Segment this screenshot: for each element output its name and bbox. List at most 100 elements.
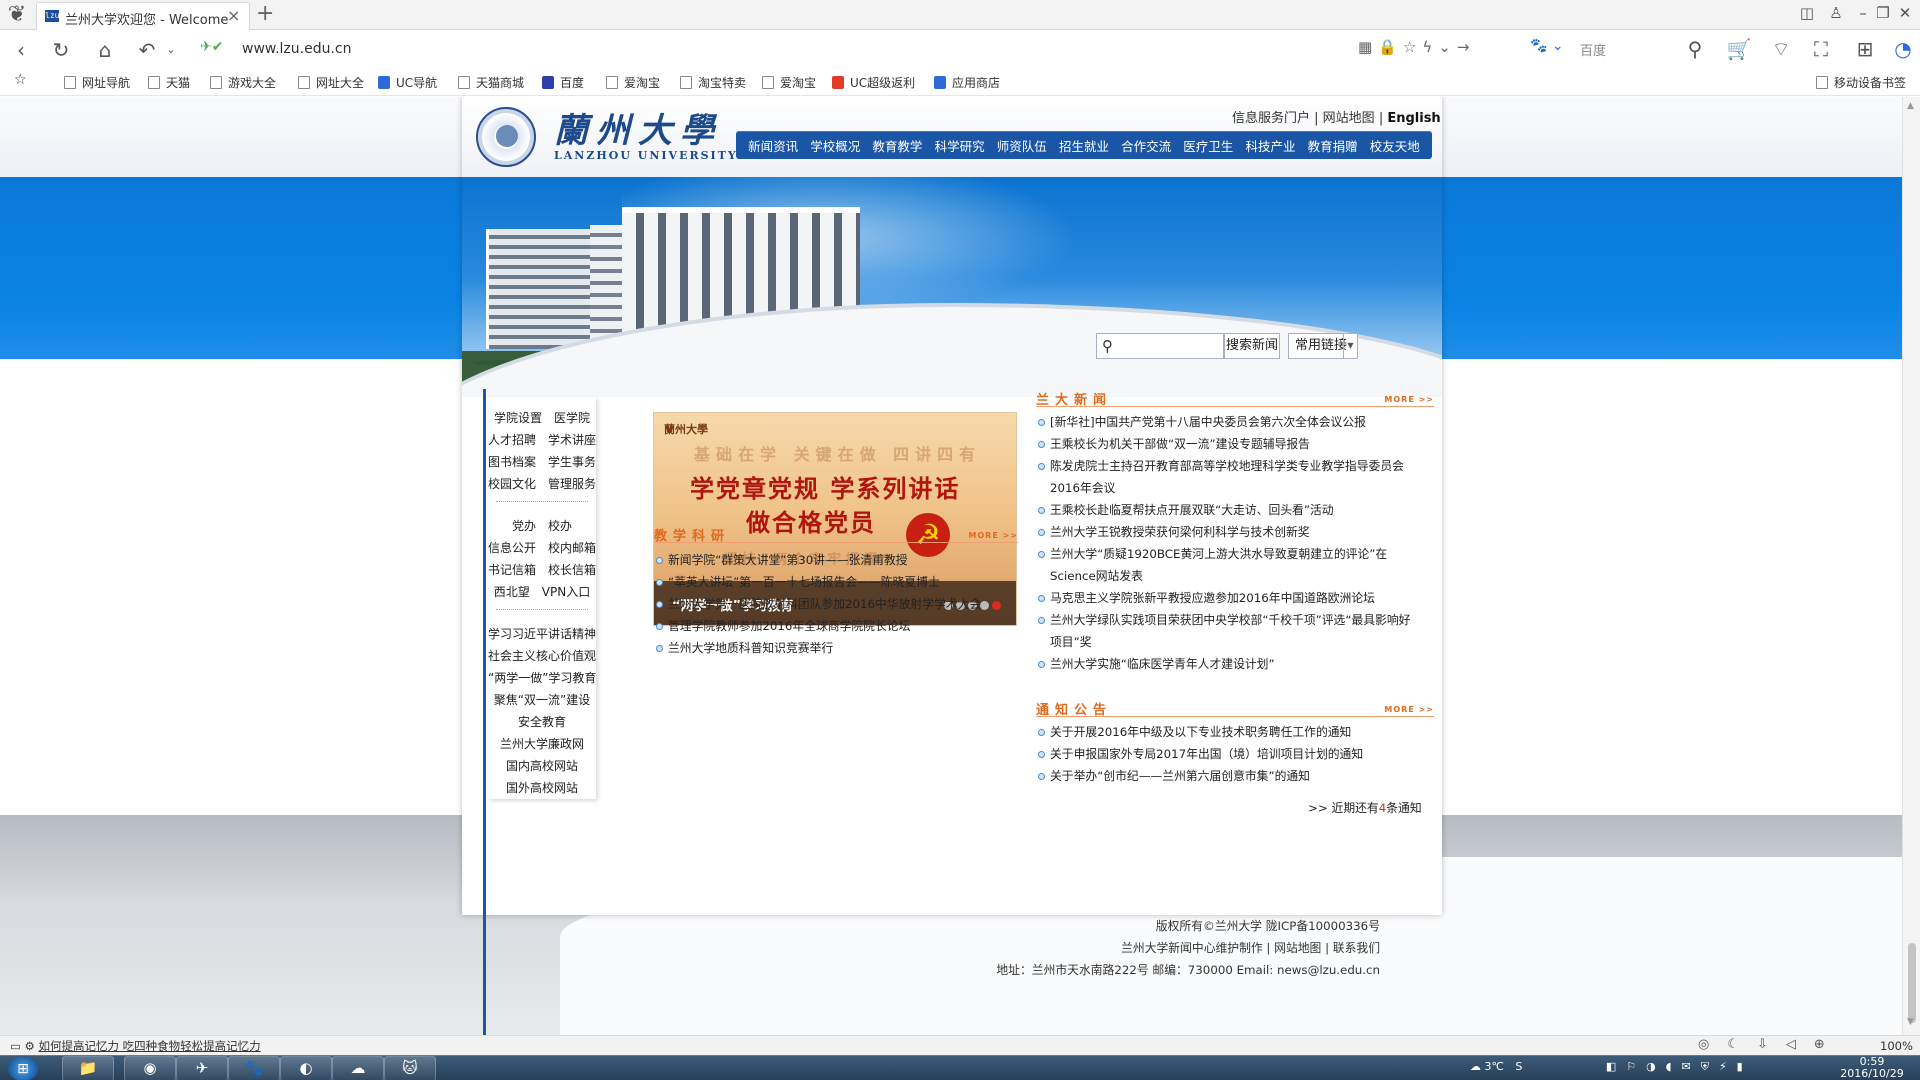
download-icon[interactable]: ⇩ [1757,1037,1786,1052]
bookmark-item[interactable]: 游戏大全 [210,74,276,91]
footer-address: 地址：兰州市天水南路222号 邮编：730000 Email: news@lzu… [996,963,1380,977]
app-store-icon [934,76,946,89]
bookmark-item[interactable]: 天猫商城 [458,74,524,91]
new-tab-icon[interactable]: + [256,1,274,26]
tab-close-icon[interactable]: × [227,6,240,25]
url-text[interactable]: www.lzu.edu.cn [242,41,351,57]
status-ad-text[interactable]: 如何提高记忆力 吃四种食物轻松提高记忆力 [39,1039,261,1053]
comment-icon[interactable]: ◎ [1698,1037,1727,1052]
tab-bar: ❦ lzu 兰州大学欢迎您 - Welcome × + ◫ ♙ – ❐ ✕ [0,0,1920,30]
page-icon [762,76,774,89]
english-link[interactable]: English [1387,111,1440,126]
baidu-paw-icon[interactable]: 🐾 ⌄ [1530,38,1564,54]
baidu-icon [542,76,554,89]
restore-icon[interactable]: ❐ [1872,4,1894,22]
message-icon: ▭ [10,1039,21,1053]
bookmark-item[interactable]: 网址导航 [64,74,130,91]
start-button-icon[interactable]: ⊞ [8,1057,38,1080]
lightning-icon[interactable]: ϟ [1422,38,1438,56]
scroll-up-icon[interactable]: ▲ [1907,101,1914,111]
footer: 版权所有©兰州大学 陇ICP备10000336号 兰州大学新闻中心维护制作 | … [0,97,1380,977]
clock-date: 2016/10/29 [1840,1067,1904,1080]
bookmark-star-icon[interactable]: ☆ [14,72,27,88]
back-icon[interactable]: ‹ [8,38,34,62]
bookmark-item[interactable]: 天猫 [148,74,190,91]
lzu-favicon-icon: lzu [45,10,60,22]
uc-browser-logo-icon[interactable]: ❦ [2,2,32,28]
status-ad-link[interactable]: ▭ ⚙ 如何提高记忆力 吃四种食物轻松提高记忆力 [10,1038,261,1054]
night-mode-icon[interactable]: ☾ [1727,1037,1757,1052]
web-page: 蘭州大學 LANZHOU UNIVERSITY 信息服务门户 | 网站地图 | … [0,97,1902,1035]
weather-icon[interactable]: ☁ [1470,1060,1481,1073]
file-explorer-icon[interactable]: 📁 [62,1056,114,1080]
uc-app-icon[interactable]: ☁ [332,1056,384,1080]
volume-icon[interactable]: ◁ [1786,1037,1814,1052]
search-icon[interactable]: ⚲ [1682,37,1708,61]
scroll-down-icon[interactable]: ▼ [1907,1017,1914,1027]
address-bar[interactable]: ✈✔ www.lzu.edu.cn [196,36,1356,64]
navigation-bar: ‹ ↻ ⌂ ↶ ⌄ ✈✔ www.lzu.edu.cn ▦🔒☆ϟ⌄→ 🐾 ⌄ 百… [0,30,1920,70]
browser-app-icon[interactable]: ◉ [124,1056,176,1080]
qr-code-icon[interactable]: ▦ [1358,38,1378,56]
lock-icon[interactable]: 🔒 [1378,38,1403,56]
zoom-icon[interactable]: ⊕ [1814,1037,1843,1052]
home-icon[interactable]: ⌂ [92,38,118,62]
search-engine-input[interactable]: 百度 [1580,40,1606,59]
page-icon [458,76,470,89]
chevron-down-icon[interactable]: ⌄ [1438,38,1457,56]
more-notices-suffix: 条通知 [1386,801,1422,815]
sidebar-toggle-icon[interactable]: ◫ [1796,4,1818,22]
page-icon [210,76,222,89]
bookmark-item[interactable]: 淘宝特卖 [680,74,746,91]
page-icon [148,76,160,89]
media-app-icon[interactable]: ◐ [280,1056,332,1080]
scroll-thumb[interactable] [1908,943,1916,1023]
screenshot-icon[interactable]: ⛶ [1808,37,1834,61]
tray-icons[interactable]: ◧⚐◑◖✉⛨⚡▮ [1606,1060,1753,1073]
bookmark-item[interactable]: 百度 [542,74,584,91]
chevron-down-icon[interactable]: ⌄ [158,43,184,56]
cart-icon[interactable]: 🛒 [1726,37,1752,61]
tab-title: 兰州大学欢迎您 - Welcome [65,13,229,28]
bookmark-item[interactable]: 网址大全 [298,74,364,91]
temperature: 3℃ [1484,1060,1504,1073]
input-method-icon[interactable]: S [1515,1060,1522,1073]
bookmarks-bar: ☆ 网址导航 天猫 游戏大全 网址大全 UC导航 天猫商城 百度 爱淘宝 淘宝特… [0,70,1920,96]
page-icon [680,76,692,89]
system-tray: ☁ 3℃ S ◧⚐◑◖✉⛨⚡▮ [1470,1060,1753,1074]
page-icon [298,76,310,89]
apps-grid-icon[interactable]: ⊞ [1852,37,1878,61]
news-more-link[interactable]: MORE >> [1384,395,1434,404]
bookmark-item[interactable]: UC导航 [378,74,437,91]
footer-copyright: 版权所有©兰州大学 陇ICP备10000336号 [1155,919,1380,933]
bookmark-item[interactable]: 应用商店 [934,74,1000,91]
settings-icon[interactable]: ⚙ [25,1039,35,1053]
star-icon[interactable]: ☆ [1403,38,1422,56]
windows-taskbar: ⊞ 📁 ◉ ✈ 🐾 ◐ ☁ 🐱 ☁ 3℃ S ◧⚐◑◖✉⛨⚡▮ 0:59 201… [0,1055,1920,1080]
bookmark-item[interactable]: 爱淘宝 [606,74,660,91]
rebate-icon [832,76,844,89]
messenger-app-icon[interactable]: ✈ [176,1056,228,1080]
notice-more-link[interactable]: MORE >> [1384,705,1434,714]
skin-icon[interactable]: ♙ [1825,4,1847,22]
cat-app-icon[interactable]: 🐱 [384,1056,436,1080]
bookmark-item[interactable]: UC超级返利 [832,74,915,91]
refresh-icon[interactable]: ↻ [48,38,74,62]
browser-tab[interactable]: lzu 兰州大学欢迎您 - Welcome × [36,2,250,30]
uc-sync-icon[interactable]: ◔ [1890,37,1916,61]
mobile-bookmarks[interactable]: 移动设备书签 [1816,74,1906,91]
undo-close-icon[interactable]: ↶ [134,38,160,62]
footer-links[interactable]: 兰州大学新闻中心维护制作 | 网站地图 | 联系我们 [0,937,1380,959]
secure-check-icon: ✈✔ [200,39,224,55]
status-tools: ◎☾⇩◁⊕ [1698,1037,1843,1052]
page-icon [64,76,76,89]
bookmark-item[interactable]: 爱淘宝 [762,74,816,91]
go-arrow-icon[interactable]: → [1457,38,1476,56]
close-icon[interactable]: ✕ [1894,4,1916,22]
wifi-icon[interactable]: ⌔ [1768,37,1794,62]
baidu-app-icon[interactable]: 🐾 [228,1056,280,1080]
zoom-level[interactable]: 100% [1880,1039,1913,1053]
clock[interactable]: 0:59 2016/10/29 [1832,1056,1912,1080]
minimize-icon[interactable]: – [1852,4,1874,22]
vertical-scrollbar[interactable]: ▲ ▼ [1902,97,1920,1035]
